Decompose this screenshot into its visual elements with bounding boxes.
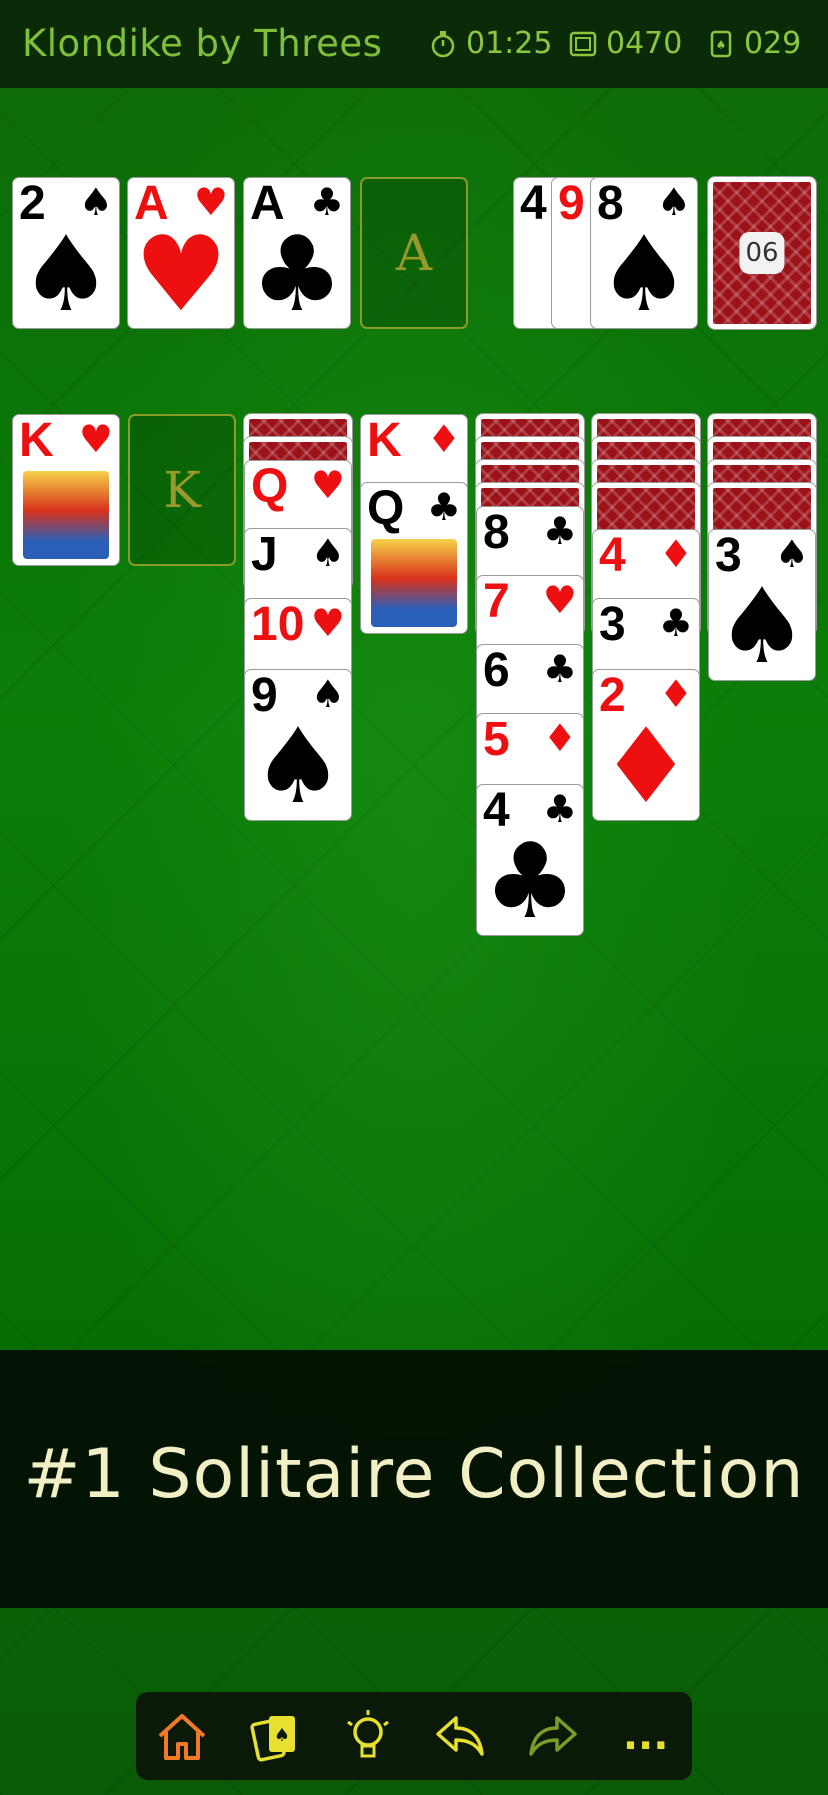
card-rank: 10	[251, 598, 305, 651]
club-icon: ♣	[250, 213, 344, 329]
moves-stat: ♠ 029	[706, 26, 801, 61]
foundation-4-empty-slot[interactable]: A	[360, 177, 468, 329]
card-rank: 8	[483, 506, 510, 559]
heart-icon: ♥	[78, 417, 113, 461]
score-icon	[569, 31, 597, 56]
king-portrait-icon	[23, 471, 109, 559]
club-icon: ♣	[658, 601, 693, 645]
waste-top-card[interactable]: 8 ♠ ♠	[590, 177, 698, 329]
tableau-3-card-4[interactable]: 9 ♠ ♠	[244, 669, 352, 821]
tableau-7-card-1[interactable]: 3 ♠ ♠	[708, 529, 816, 681]
timer-stat: 01:25	[428, 26, 552, 61]
foundation-1-card[interactable]: 2 ♠ ♠	[12, 177, 120, 329]
stopwatch-icon	[431, 30, 455, 57]
heart-icon: ♥	[310, 463, 345, 507]
card-rank: 4	[520, 177, 547, 230]
hint-button[interactable]	[334, 1702, 402, 1770]
diamond-icon: ♦	[658, 532, 693, 576]
tableau-2-empty-slot[interactable]: K	[128, 414, 236, 566]
slot-label: K	[163, 461, 201, 519]
diamond-icon: ♦	[426, 417, 461, 461]
more-icon: ...	[622, 1713, 669, 1759]
card-rank: Q	[251, 460, 289, 513]
foundation-2-card[interactable]: A ♥ ♥	[127, 177, 235, 329]
hint-bulb-icon	[346, 1710, 389, 1758]
tableau-1-card-1[interactable]: K ♥	[12, 414, 120, 566]
spade-icon: ♠	[19, 213, 113, 329]
tableau-6-card-3[interactable]: 2 ♦ ♦	[592, 669, 700, 821]
redo-icon	[529, 1716, 577, 1756]
svg-text:♠: ♠	[716, 38, 727, 52]
slot-label: A	[395, 224, 433, 282]
score-value: 0470	[606, 26, 683, 61]
card-rank: 3	[599, 598, 626, 651]
undo-icon	[436, 1716, 485, 1756]
bottom-toolbar: ♠ ...	[136, 1692, 692, 1780]
spade-icon: ♠	[251, 705, 345, 821]
card-rank: 7	[483, 575, 510, 628]
heart-icon: ♥	[134, 213, 228, 329]
stock-pile[interactable]: 06	[707, 176, 817, 330]
card-rank: 4	[599, 529, 626, 582]
top-bar: Klondike by Threes 01:25 0470 ♠ 029	[0, 0, 828, 88]
home-button[interactable]	[148, 1702, 216, 1770]
spade-icon: ♠	[310, 531, 345, 575]
tableau-4-card-2[interactable]: Q ♣	[360, 482, 468, 634]
moves-value: 029	[744, 26, 802, 61]
redo-button[interactable]	[519, 1702, 587, 1770]
svg-text:♠: ♠	[274, 1725, 290, 1746]
home-icon	[158, 1714, 206, 1760]
more-button[interactable]: ...	[612, 1702, 680, 1770]
diamond-icon: ♦	[599, 705, 693, 821]
foundation-3-card[interactable]: A ♣ ♣	[243, 177, 351, 329]
card-rank: J	[251, 528, 278, 581]
promo-banner-text: #1 Solitaire Collection	[23, 1435, 805, 1514]
spade-icon: ♠	[597, 213, 691, 329]
tableau-5-card-5[interactable]: 4 ♣ ♣	[476, 784, 584, 936]
cards-icon: ♠	[250, 1716, 295, 1762]
card-rank: 5	[483, 713, 510, 766]
heart-icon: ♥	[310, 601, 345, 645]
card-moves-icon: ♠	[710, 30, 732, 57]
card-rank: Q	[367, 482, 405, 535]
undo-button[interactable]	[426, 1702, 494, 1770]
queen-portrait-icon	[371, 539, 457, 627]
game-title: Klondike by Threes	[22, 22, 383, 65]
heart-icon: ♥	[542, 578, 577, 622]
card-rank: K	[19, 414, 54, 467]
score-stat: 0470	[568, 26, 682, 61]
timer-value: 01:25	[466, 26, 553, 61]
club-icon: ♣	[542, 647, 577, 691]
spade-icon: ♠	[715, 565, 809, 681]
card-rank: K	[367, 414, 402, 467]
club-icon: ♣	[542, 509, 577, 553]
new-game-button[interactable]: ♠	[241, 1702, 309, 1770]
stock-count-badge: 06	[739, 232, 785, 274]
diamond-icon: ♦	[542, 716, 577, 760]
card-rank: 6	[483, 644, 510, 697]
club-icon: ♣	[483, 820, 577, 936]
club-icon: ♣	[426, 485, 461, 529]
card-rank: 9	[558, 177, 585, 230]
